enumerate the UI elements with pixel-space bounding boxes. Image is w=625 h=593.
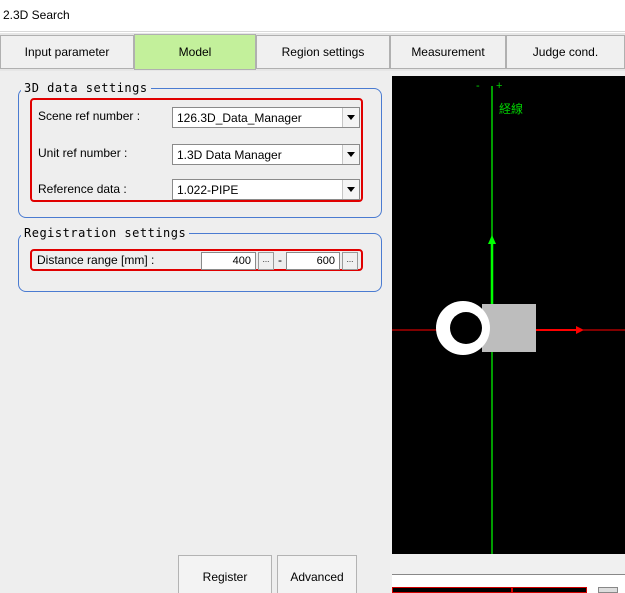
chevron-down-icon[interactable] xyxy=(342,145,359,164)
y-axis-arrowhead xyxy=(488,235,496,244)
distance-min-dots-button[interactable]: ... xyxy=(258,252,274,270)
unit-ref-select[interactable]: 1.3D Data Manager xyxy=(172,144,360,165)
pipe-body xyxy=(482,304,536,352)
distance-min-field[interactable]: 400 xyxy=(201,252,256,270)
scene-ref-value: 126.3D_Data_Manager xyxy=(177,111,302,125)
distance-range-label: Distance range [mm] : xyxy=(37,253,155,267)
pipe-hole xyxy=(450,312,482,344)
chevron-down-icon[interactable] xyxy=(342,108,359,127)
model-view-canvas xyxy=(392,86,625,554)
tab-bar: Input parameter Model Region settings Me… xyxy=(0,33,625,71)
tab-model[interactable]: Model xyxy=(134,34,256,70)
model-viewer[interactable]: - + 経線 xyxy=(392,76,625,554)
axis-minus-marker: - xyxy=(476,80,480,92)
window-title: 2.3D Search xyxy=(3,8,70,22)
tab-judge-cond[interactable]: Judge cond. xyxy=(506,35,625,69)
advanced-button[interactable]: Advanced xyxy=(277,555,357,593)
x-axis-arrowhead xyxy=(576,326,584,334)
registration-title: Registration settings xyxy=(21,226,190,240)
tab-input-parameter[interactable]: Input parameter xyxy=(0,35,134,69)
distance-max-dots-button[interactable]: ... xyxy=(342,252,358,270)
scene-ref-select[interactable]: 126.3D_Data_Manager xyxy=(172,107,360,128)
data-settings-title: 3D data settings xyxy=(21,81,151,95)
unit-ref-label: Unit ref number : xyxy=(38,146,128,160)
reference-data-select[interactable]: 1.022-PIPE xyxy=(172,179,360,200)
reference-data-label: Reference data : xyxy=(38,182,127,196)
tab-region-settings[interactable]: Region settings xyxy=(256,35,390,69)
axis-plus-marker: + xyxy=(496,80,503,92)
distance-max-field[interactable]: 600 xyxy=(286,252,340,270)
register-button[interactable]: Register xyxy=(178,555,272,593)
distance-separator: - xyxy=(278,253,282,267)
viewer-bottom-strip xyxy=(392,574,625,593)
unit-ref-value: 1.3D Data Manager xyxy=(177,148,282,162)
title-bar: 2.3D Search xyxy=(0,0,625,32)
mini-control[interactable] xyxy=(598,587,618,593)
scene-ref-label: Scene ref number : xyxy=(38,109,141,123)
axis-label: 経線 xyxy=(499,102,524,116)
mini-view-right xyxy=(512,587,587,593)
tab-measurement[interactable]: Measurement xyxy=(390,35,506,69)
chevron-down-icon[interactable] xyxy=(342,180,359,199)
mini-view-left xyxy=(392,587,512,593)
reference-data-value: 1.022-PIPE xyxy=(177,183,239,197)
